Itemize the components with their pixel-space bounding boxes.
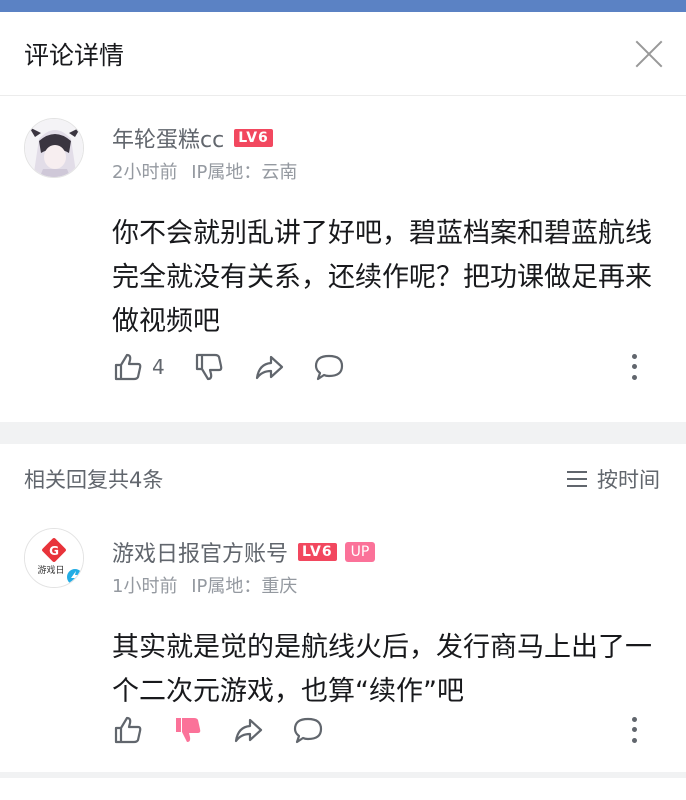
more-icon[interactable] [630,351,638,383]
replies-count: 相关回复共4条 [24,468,164,492]
dislike-button[interactable] [193,351,225,383]
main-comment: 年轮蛋糕cc LV6 2小时前 IP属地：云南 你不会就别乱讲了好吧，碧蓝档案和… [0,96,686,422]
reply-button[interactable] [292,714,324,746]
page-header: 评论详情 [0,12,686,96]
comment-icon [293,717,323,744]
avatar-logo-letter: G [49,544,59,558]
share-button[interactable] [253,351,285,383]
level-badge: LV6 [234,129,273,147]
thumbs-down-icon [176,718,201,742]
comment-actions [112,714,646,746]
close-icon[interactable] [634,39,664,69]
thumbs-up-icon [114,716,142,744]
comment-actions: 4 [112,351,646,383]
reply-comment: G 游戏日 游戏日报官方账号 LV6 UP 1小时前 IP属地：重庆 其实就是觉… [0,514,686,778]
ip-location: IP属地：重庆 [191,576,298,597]
share-button[interactable] [232,714,264,746]
reply-button[interactable] [313,351,345,383]
thumbs-down-icon [195,353,223,381]
comment-text: 你不会就别乱讲了好吧，碧蓝档案和碧蓝航线完全就没有关系，还续作呢？把功课做足再来… [112,218,652,337]
replies-header: 相关回复共4条 按时间 [0,444,686,514]
like-button[interactable]: 4 [112,351,165,383]
comment-time: 2小时前 [112,162,178,183]
level-badge: LV6 [298,543,337,561]
dislike-button-active[interactable] [172,714,204,746]
comment-time: 1小时前 [112,576,178,597]
up-badge: UP [344,542,376,562]
like-button[interactable] [112,714,144,746]
ip-location: IP属地：云南 [191,162,298,183]
more-icon[interactable] [630,714,638,746]
bottom-divider [0,772,686,778]
avatar[interactable] [24,118,84,178]
like-count: 4 [152,355,165,379]
comment-text: 其实就是觉的是航线火后，发行商马上出了一个二次元游戏，也算“续作”吧 [112,632,652,707]
avatar[interactable]: G 游戏日 [24,528,84,588]
username[interactable]: 年轮蛋糕cc [112,122,224,154]
sort-button[interactable]: 按时间 [567,464,660,494]
page-title: 评论详情 [24,40,125,70]
sort-label: 按时间 [597,468,660,492]
thumbs-up-icon [114,353,142,381]
username[interactable]: 游戏日报官方账号 [112,536,288,568]
share-icon [234,718,263,743]
section-divider [0,422,686,444]
avatar-logo-text: 游戏日 [37,564,64,576]
top-bar [0,0,686,12]
comment-icon [314,354,343,381]
sort-icon [567,471,587,487]
share-icon [255,355,283,380]
